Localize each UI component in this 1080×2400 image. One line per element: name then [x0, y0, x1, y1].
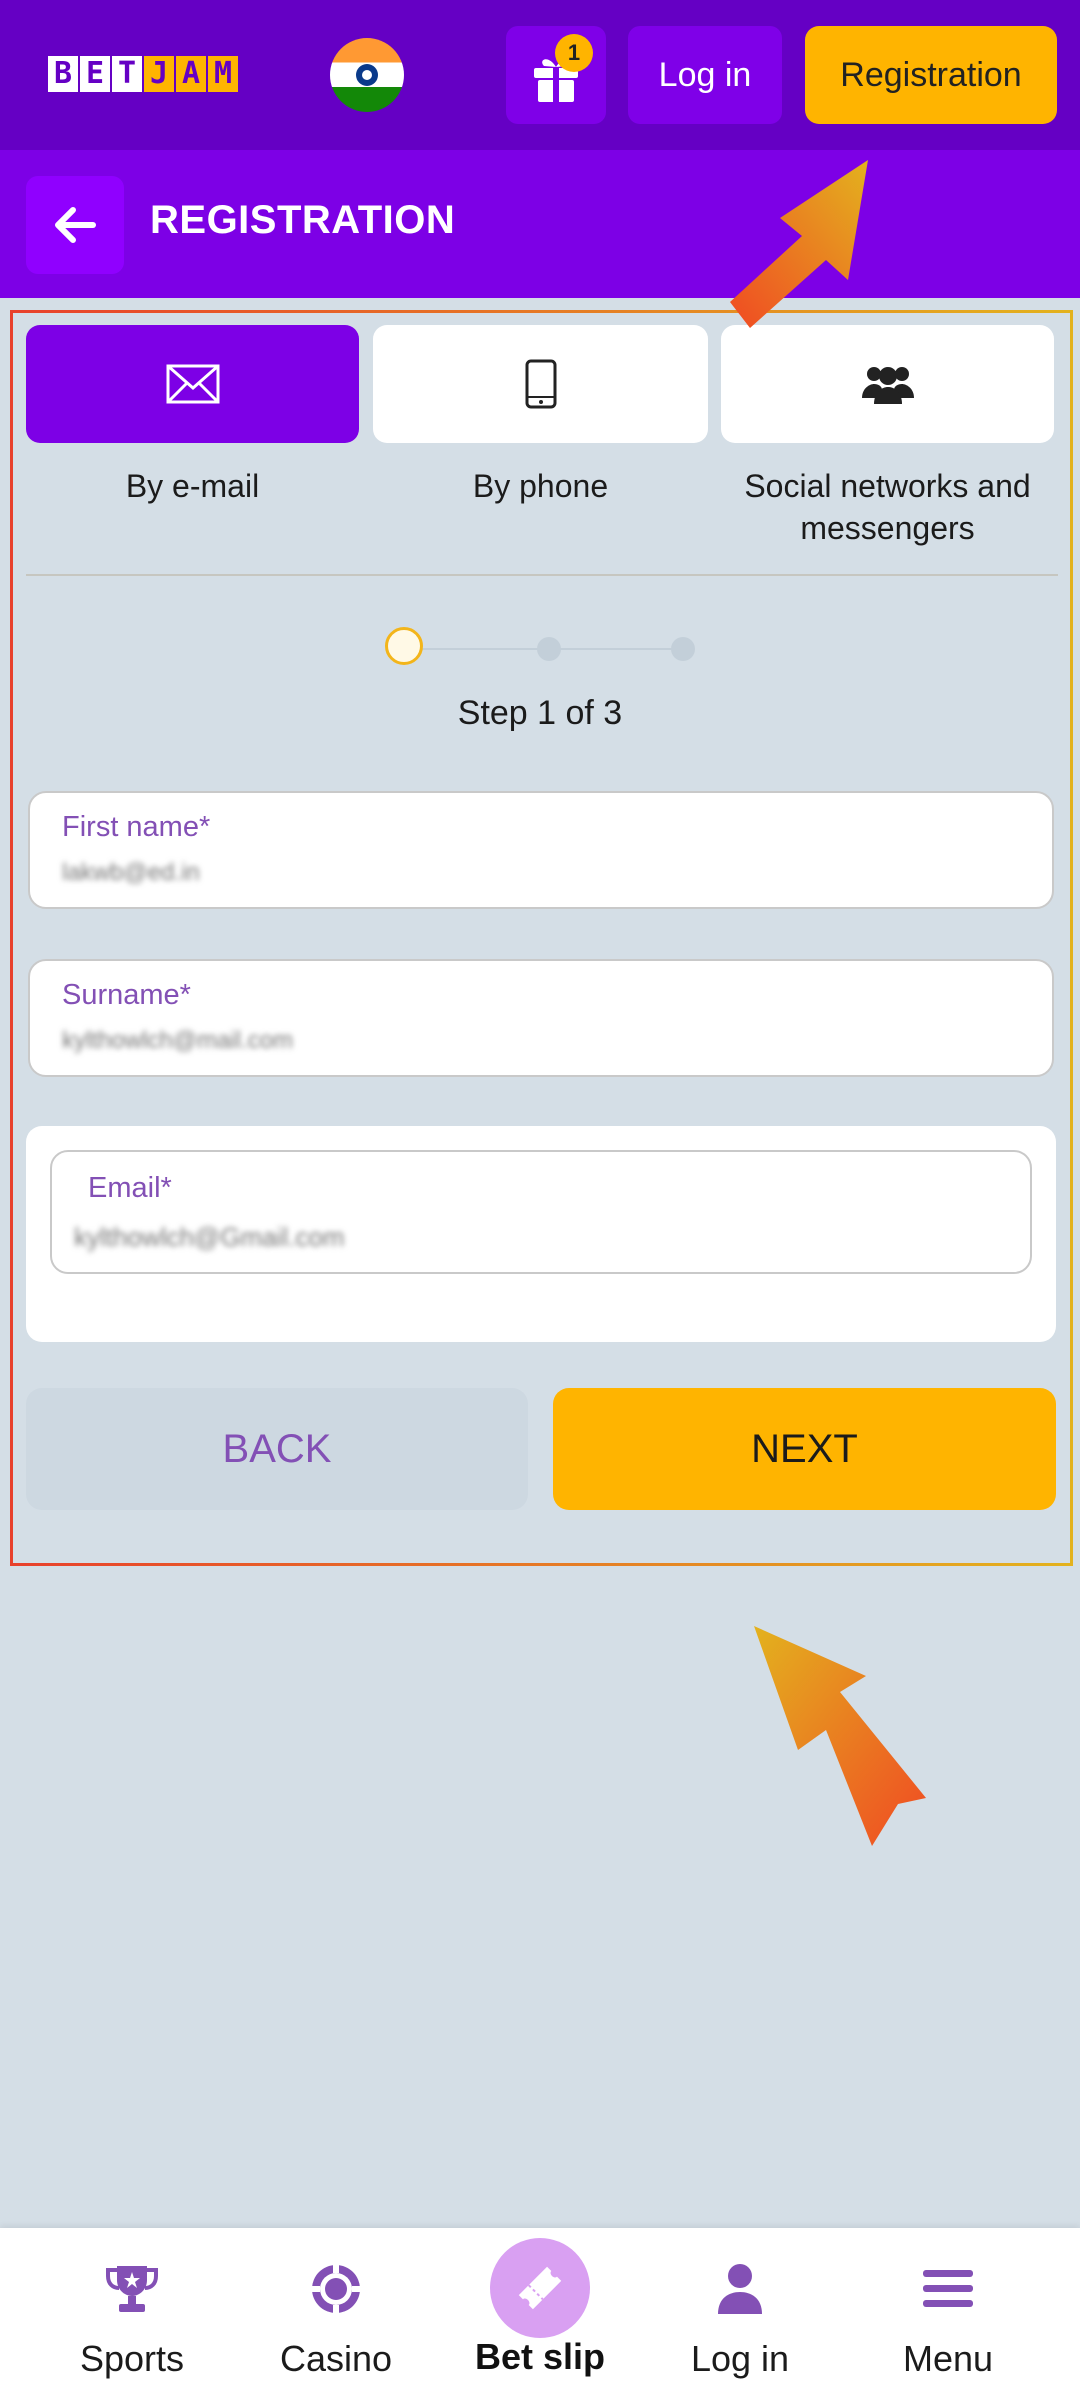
next-button[interactable]: NEXT	[553, 1388, 1056, 1510]
logo-letter: A	[176, 56, 206, 92]
nav-sports[interactable]: Sports	[52, 2228, 212, 2400]
tab-by-email[interactable]	[26, 325, 359, 443]
ticket-icon	[518, 2266, 562, 2310]
tab-social-networks[interactable]	[721, 325, 1054, 443]
email-field[interactable]: Email* kylthowlch@Gmail.com	[50, 1150, 1032, 1274]
users-group-icon	[861, 367, 914, 404]
logo-letter: E	[80, 56, 110, 92]
step-counter: Step 1 of 3	[457, 694, 623, 732]
flag-chakra	[356, 64, 378, 86]
india-flag-icon[interactable]	[330, 38, 404, 112]
surname-label: Surname*	[62, 979, 191, 1011]
nav-label-sports: Sports	[79, 2338, 185, 2379]
tab-by-phone[interactable]	[373, 325, 708, 443]
first-name-value: lakwb@ed.in	[62, 859, 200, 886]
nav-casino[interactable]: Casino	[256, 2228, 416, 2400]
hamburger-menu-icon	[923, 2270, 973, 2307]
nav-label-login: Log in	[690, 2338, 790, 2379]
tab-label-social: Social networks and messengers	[744, 468, 1031, 546]
tab-label-email: By e-mail	[125, 468, 260, 504]
stepper-step-2	[537, 637, 561, 661]
stepper-current-step	[385, 627, 423, 665]
surname-field[interactable]: Surname* kylthowlch@mail.com	[28, 959, 1054, 1077]
logo-letter: T	[112, 56, 142, 92]
pointer-arrow-icon	[754, 1626, 926, 1846]
tab-label-phone: By phone	[472, 468, 609, 504]
user-icon	[718, 2264, 762, 2314]
stepper-line	[420, 648, 546, 650]
smartphone-icon	[525, 359, 556, 409]
surname-value: kylthowlch@mail.com	[62, 1027, 294, 1054]
back-button[interactable]: BACK	[26, 1388, 528, 1510]
first-name-label: First name*	[62, 811, 211, 843]
email-value: kylthowlch@Gmail.com	[74, 1222, 345, 1252]
page-title: REGISTRATION	[150, 198, 456, 242]
gift-count-badge: 1	[555, 34, 593, 72]
nav-menu[interactable]: Menu	[868, 2228, 1028, 2400]
logo-letter: J	[144, 56, 174, 92]
stepper-line	[560, 648, 678, 650]
nav-label-bet-slip: Bet slip	[474, 2336, 606, 2377]
nav-label-casino: Casino	[279, 2338, 393, 2379]
back-arrow-button[interactable]	[26, 176, 124, 274]
top-header: B E T J A M 1 Log in Registration	[0, 0, 1080, 150]
login-button[interactable]: Log in	[628, 26, 782, 124]
first-name-field[interactable]: First name* lakwb@ed.in	[28, 791, 1054, 909]
nav-bet-slip[interactable]	[490, 2238, 590, 2338]
trophy-icon	[106, 2266, 158, 2312]
gift-button[interactable]	[506, 26, 606, 124]
section-divider	[26, 574, 1058, 576]
casino-chip-icon	[311, 2264, 361, 2314]
nav-label-menu: Menu	[902, 2338, 994, 2379]
stepper-step-3	[671, 637, 695, 661]
nav-login[interactable]: Log in	[660, 2228, 820, 2400]
logo-letter: M	[208, 56, 238, 92]
page-title-bar: REGISTRATION	[0, 150, 1080, 298]
arrow-left-icon	[55, 207, 96, 243]
email-label: Email*	[88, 1172, 172, 1204]
logo-letter: B	[48, 56, 78, 92]
envelope-icon	[166, 364, 219, 404]
registration-button[interactable]: Registration	[805, 26, 1057, 124]
email-card: Email* kylthowlch@Gmail.com	[26, 1126, 1056, 1342]
betjam-logo[interactable]: B E T J A M	[48, 56, 238, 92]
